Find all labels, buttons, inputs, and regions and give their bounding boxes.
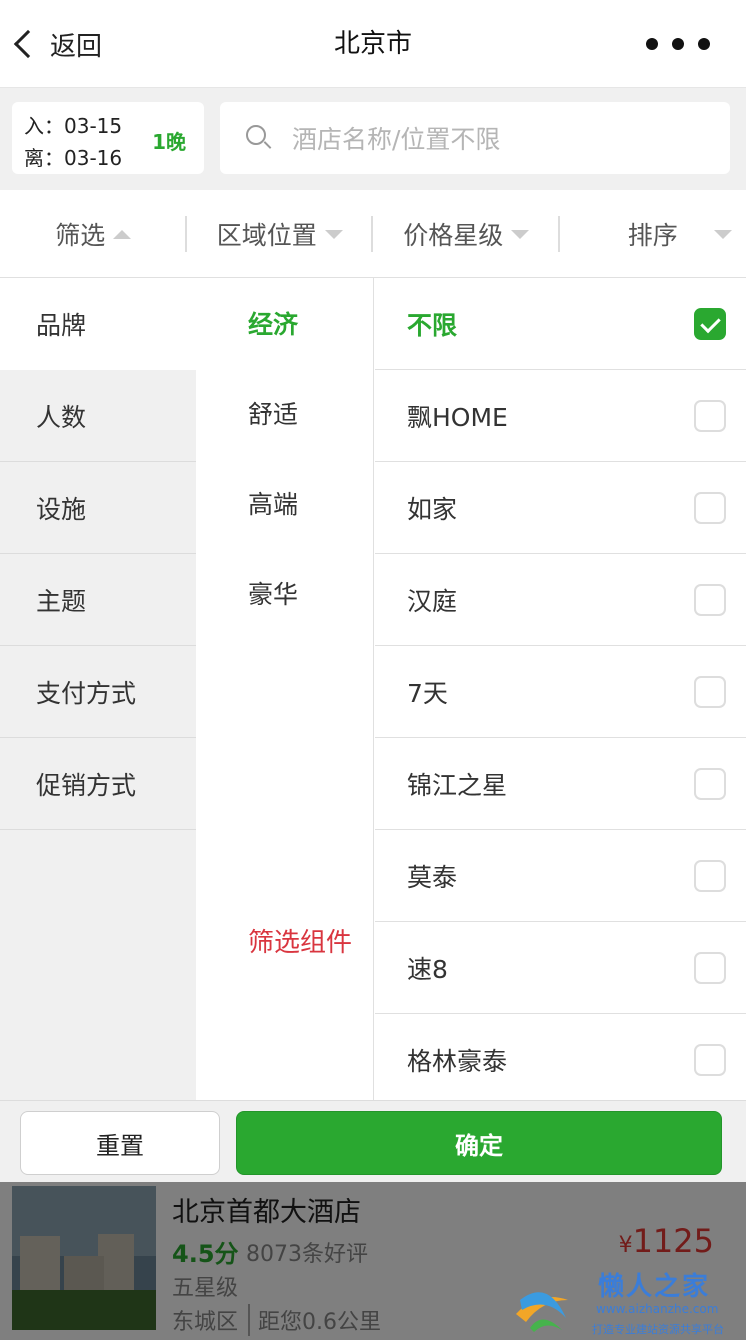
hotel-score: 4.5分 xyxy=(172,1240,239,1268)
checkbox-icon[interactable] xyxy=(694,860,726,892)
option-item[interactable]: 格林豪泰 xyxy=(375,1014,746,1106)
top-nav-bar: 返回 北京市 xyxy=(0,0,746,88)
option-item[interactable]: 锦江之星 xyxy=(375,738,746,830)
price-value: 1125 xyxy=(632,1222,714,1260)
hotel-district: 东城区 xyxy=(172,1310,239,1335)
option-item[interactable]: 如家 xyxy=(375,462,746,554)
hotel-reviews: 8073条好评 xyxy=(246,1242,368,1267)
hotel-name: 北京首都大酒店 xyxy=(172,1197,361,1228)
checkout-date: 离：03-16 xyxy=(24,146,123,170)
hotel-price: ¥1125 xyxy=(619,1222,714,1260)
option-item[interactable]: 速8 xyxy=(375,922,746,1014)
back-button[interactable]: 返回 xyxy=(12,24,102,64)
back-label: 返回 xyxy=(50,31,103,62)
hotel-photo xyxy=(12,1186,156,1330)
option-label: 7天 xyxy=(407,678,448,708)
more-dots-icon[interactable] xyxy=(646,30,710,58)
category-item-promotion[interactable]: 促销方式 xyxy=(0,738,196,830)
reset-button[interactable]: 重置 xyxy=(20,1111,220,1175)
level-item-comfort[interactable]: 舒适 xyxy=(196,368,373,458)
category-column: 品牌 人数 设施 主题 支付方式 促销方式 xyxy=(0,278,196,1100)
hotel-star-level: 五星级 xyxy=(172,1276,239,1301)
triangle-down-icon xyxy=(511,229,530,239)
option-label: 不限 xyxy=(407,310,458,340)
option-label: 汉庭 xyxy=(407,586,458,616)
page-title: 北京市 xyxy=(333,29,412,59)
checkbox-icon[interactable] xyxy=(694,584,726,616)
checkbox-icon[interactable] xyxy=(694,1044,726,1076)
dot xyxy=(672,38,684,50)
date-search-row: 入：03-15 离：03-16 1晚 酒店名称/位置不限 xyxy=(0,88,746,190)
level-item-upscale[interactable]: 高端 xyxy=(196,458,373,548)
tab-label: 筛选 xyxy=(55,221,106,250)
checkbox-icon[interactable] xyxy=(694,400,726,432)
search-icon xyxy=(246,125,272,151)
filter-tabs: 筛选 区域位置 价格星级 排序 xyxy=(0,190,746,278)
triangle-down-icon xyxy=(324,229,343,239)
option-item[interactable]: 不限 xyxy=(375,278,746,370)
option-item[interactable]: 汉庭 xyxy=(375,554,746,646)
action-bar: 重置 确定 xyxy=(0,1100,746,1182)
nights-count: 1晚 xyxy=(152,130,186,154)
category-item-payment[interactable]: 支付方式 xyxy=(0,646,196,738)
tab-price-star[interactable]: 价格星级 xyxy=(373,190,560,278)
confirm-button[interactable]: 确定 xyxy=(236,1111,722,1175)
option-label: 锦江之星 xyxy=(407,770,508,800)
checkbox-icon[interactable] xyxy=(694,492,726,524)
component-label: 筛选组件 xyxy=(248,928,353,958)
hotel-distance: 距您0.6公里 xyxy=(248,1304,381,1336)
tab-label: 区域位置 xyxy=(216,221,317,250)
tab-label: 价格星级 xyxy=(403,221,504,250)
level-column: 经济 舒适 高端 豪华 筛选组件 xyxy=(196,278,374,1100)
currency-symbol: ¥ xyxy=(618,1233,633,1258)
option-label: 如家 xyxy=(407,494,458,524)
category-item-brand[interactable]: 品牌 xyxy=(0,278,196,370)
checkin-date: 入：03-15 xyxy=(24,114,123,138)
option-item[interactable]: 7天 xyxy=(375,646,746,738)
chevron-left-icon xyxy=(13,29,43,59)
category-item-guests[interactable]: 人数 xyxy=(0,370,196,462)
dot xyxy=(698,38,710,50)
category-item-theme[interactable]: 主题 xyxy=(0,554,196,646)
search-input[interactable]: 酒店名称/位置不限 xyxy=(220,102,730,174)
option-item[interactable]: 莫泰 xyxy=(375,830,746,922)
checkbox-icon[interactable] xyxy=(694,952,726,984)
tab-label: 排序 xyxy=(627,221,678,250)
checkbox-checked-icon[interactable] xyxy=(694,308,726,340)
option-label: 飘HOME xyxy=(407,402,508,432)
option-label: 格林豪泰 xyxy=(407,1046,508,1076)
search-placeholder: 酒店名称/位置不限 xyxy=(292,125,501,154)
brand-option-list: 不限 飘HOME 如家 汉庭 7天 锦江之星 莫泰 速8 格林豪泰 xyxy=(375,278,746,1106)
option-label: 速8 xyxy=(407,954,448,984)
option-label: 莫泰 xyxy=(407,862,458,892)
triangle-up-icon xyxy=(113,229,132,239)
tab-filter[interactable]: 筛选 xyxy=(0,190,187,278)
level-item-luxury[interactable]: 豪华 xyxy=(196,548,373,638)
dot xyxy=(646,38,658,50)
level-item-economy[interactable]: 经济 xyxy=(196,278,373,368)
checkbox-icon[interactable] xyxy=(694,676,726,708)
tab-sort[interactable]: 排序 xyxy=(560,190,746,278)
tab-area-location[interactable]: 区域位置 xyxy=(187,190,373,278)
filter-panel: 品牌 人数 设施 主题 支付方式 促销方式 经济 舒适 高端 豪华 筛选组件 不… xyxy=(0,278,746,1106)
date-picker[interactable]: 入：03-15 离：03-16 1晚 xyxy=(12,102,204,174)
category-item-facilities[interactable]: 设施 xyxy=(0,462,196,554)
option-item[interactable]: 飘HOME xyxy=(375,370,746,462)
hotel-card[interactable]: 北京首都大酒店 4.5分 8073条好评 五星级 东城区 距您0.6公里 ¥11… xyxy=(0,1182,746,1340)
triangle-down-icon xyxy=(714,229,732,239)
checkbox-icon[interactable] xyxy=(694,768,726,800)
